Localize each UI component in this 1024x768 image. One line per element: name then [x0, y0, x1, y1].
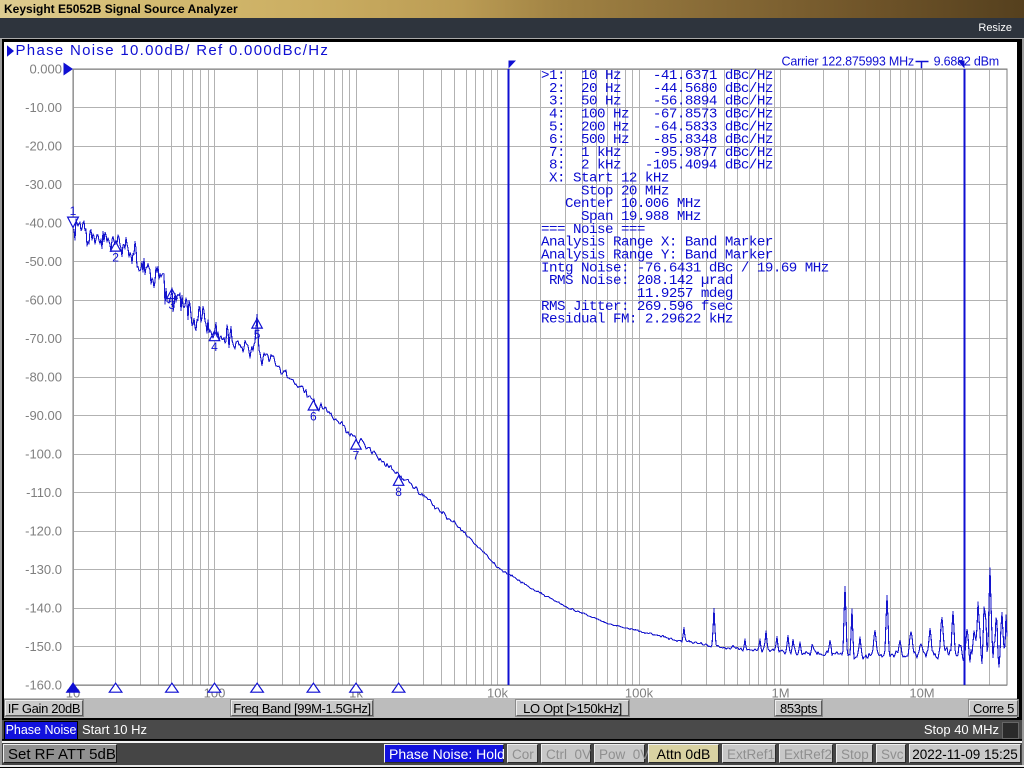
svg-text:0.000: 0.000	[29, 62, 62, 77]
svg-text:-40.00: -40.00	[25, 216, 62, 231]
svg-text:-20.00: -20.00	[25, 139, 62, 154]
svg-text:10M: 10M	[909, 686, 934, 701]
svg-text:10k: 10k	[487, 686, 508, 701]
svg-text:7: 7	[353, 449, 360, 463]
svg-text:-120.0: -120.0	[25, 524, 62, 539]
svg-text:1M: 1M	[771, 686, 789, 701]
svg-text:-10.00: -10.00	[25, 100, 62, 115]
svg-text:9.6882 dBm: 9.6882 dBm	[934, 55, 999, 69]
svg-text:-110.0: -110.0	[26, 485, 62, 500]
svg-text:-130.0: -130.0	[25, 562, 62, 577]
svg-text:-80.00: -80.00	[25, 370, 62, 385]
svg-text:-50.00: -50.00	[25, 254, 62, 269]
svg-text:-100.0: -100.0	[25, 447, 62, 462]
svg-text:1: 1	[70, 204, 77, 218]
svg-text:2: 2	[112, 251, 119, 265]
svg-text:-90.00: -90.00	[25, 408, 62, 423]
svg-text:-160.0: -160.0	[25, 678, 62, 693]
svg-text:-70.00: -70.00	[25, 331, 62, 346]
svg-text:Carrier 122.875993 MHz: Carrier 122.875993 MHz	[782, 55, 914, 69]
svg-text:Residual FM: 2.29622 kHz: Residual FM: 2.29622 kHz	[541, 312, 733, 328]
svg-text:-150.0: -150.0	[25, 639, 62, 654]
svg-text:4: 4	[211, 340, 218, 354]
svg-text:100k: 100k	[625, 686, 654, 701]
svg-text:-60.00: -60.00	[25, 293, 62, 308]
svg-text:8: 8	[395, 485, 402, 499]
svg-text:Phase Noise 10.00dB/ Ref 0.000: Phase Noise 10.00dB/ Ref 0.000dBc/Hz	[16, 42, 330, 59]
svg-text:-140.0: -140.0	[25, 601, 62, 616]
svg-text:6: 6	[310, 410, 317, 424]
svg-text:-30.00: -30.00	[25, 177, 62, 192]
